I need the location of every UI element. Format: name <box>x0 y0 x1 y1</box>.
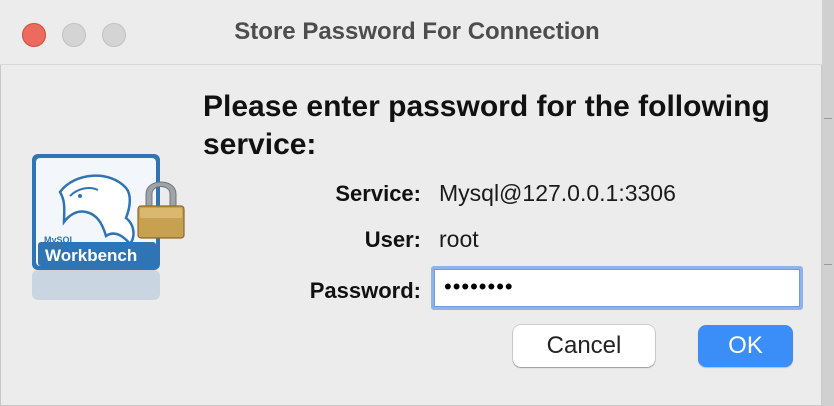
dialog-prompt: Please enter password for the following … <box>203 90 770 161</box>
password-dialog-window: Store Password For Connection MySQL Work… <box>0 0 823 406</box>
logo-brand-text: MySQL <box>44 235 76 245</box>
password-masked-value: •••••••• <box>444 274 514 299</box>
ok-button[interactable]: OK <box>698 325 793 367</box>
background-window-edge <box>822 0 834 406</box>
service-label: Service: <box>335 181 421 206</box>
password-input[interactable]: •••••••• <box>431 266 803 310</box>
cancel-button[interactable]: Cancel <box>513 325 655 367</box>
password-label: Password: <box>309 278 421 303</box>
service-value: Mysql@127.0.0.1:3306 <box>439 180 676 206</box>
window-title: Store Password For Connection <box>234 18 600 45</box>
mysql-workbench-lock-icon: MySQL Workbench <box>30 152 190 302</box>
user-value: root <box>439 226 479 252</box>
logo-product-text: Workbench <box>45 246 137 265</box>
title-bar: Store Password For Connection <box>0 0 822 65</box>
user-label: User: <box>364 227 421 252</box>
